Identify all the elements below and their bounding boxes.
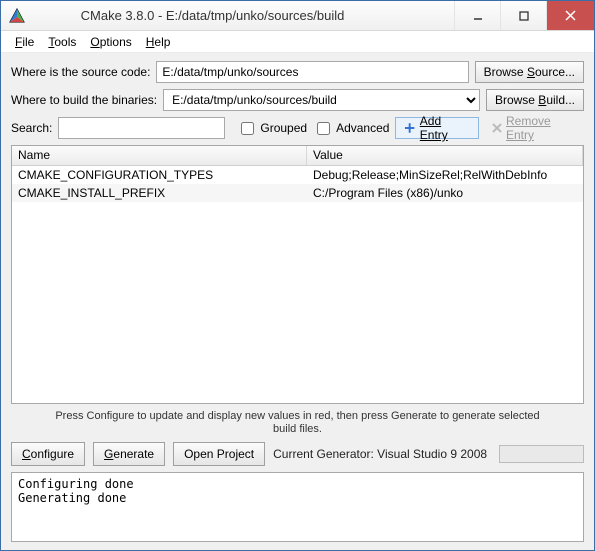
open-project-button[interactable]: Open Project xyxy=(173,442,265,466)
cell-name: CMAKE_CONFIGURATION_TYPES xyxy=(12,168,307,182)
browse-build-button[interactable]: Browse Build... xyxy=(486,89,584,111)
menu-bar: File Tools Options Help xyxy=(1,31,594,53)
generate-button[interactable]: Generate xyxy=(93,442,165,466)
table-row[interactable]: CMAKE_CONFIGURATION_TYPES Debug;Release;… xyxy=(12,166,583,184)
search-input[interactable] xyxy=(58,117,225,139)
build-label: Where to build the binaries: xyxy=(11,93,157,107)
col-name[interactable]: Name xyxy=(12,146,307,165)
cell-value: C:/Program Files (x86)/unko xyxy=(307,186,583,200)
cache-grid[interactable]: Name Value CMAKE_CONFIGURATION_TYPES Deb… xyxy=(11,145,584,404)
remove-icon xyxy=(491,122,502,134)
grid-header: Name Value xyxy=(12,146,583,166)
grouped-checkbox[interactable]: Grouped xyxy=(237,119,307,138)
menu-options[interactable]: Options xyxy=(84,33,137,51)
source-input[interactable] xyxy=(156,61,468,83)
progress-bar xyxy=(499,445,584,463)
remove-entry-button: Remove Entry xyxy=(485,117,584,139)
menu-help[interactable]: Help xyxy=(140,33,177,51)
minimize-button[interactable] xyxy=(454,1,500,30)
source-label: Where is the source code: xyxy=(11,65,150,79)
configure-button[interactable]: Configure xyxy=(11,442,85,466)
window-controls xyxy=(454,1,594,30)
grid-body: CMAKE_CONFIGURATION_TYPES Debug;Release;… xyxy=(12,166,583,202)
col-value[interactable]: Value xyxy=(307,146,583,165)
output-log[interactable]: Configuring done Generating done xyxy=(11,472,584,542)
generator-label: Current Generator: Visual Studio 9 2008 xyxy=(273,447,487,461)
add-entry-button[interactable]: Add Entry xyxy=(395,117,478,139)
menu-tools[interactable]: Tools xyxy=(42,33,82,51)
main-window: CMake 3.8.0 - E:/data/tmp/unko/sources/b… xyxy=(0,0,595,551)
window-title: CMake 3.8.0 - E:/data/tmp/unko/sources/b… xyxy=(0,8,454,23)
close-button[interactable] xyxy=(546,1,594,30)
advanced-checkbox[interactable]: Advanced xyxy=(313,119,389,138)
cell-value: Debug;Release;MinSizeRel;RelWithDebInfo xyxy=(307,168,583,182)
menu-file[interactable]: File xyxy=(9,33,40,51)
hint-text: Press Configure to update and display ne… xyxy=(11,410,584,436)
maximize-button[interactable] xyxy=(500,1,546,30)
plus-icon xyxy=(404,122,415,134)
browse-source-button[interactable]: Browse Source... xyxy=(475,61,584,83)
title-bar: CMake 3.8.0 - E:/data/tmp/unko/sources/b… xyxy=(1,1,594,31)
search-label: Search: xyxy=(11,121,52,135)
client-area: Where is the source code: Browse Source.… xyxy=(1,53,594,550)
table-row[interactable]: CMAKE_INSTALL_PREFIX C:/Program Files (x… xyxy=(12,184,583,202)
cell-name: CMAKE_INSTALL_PREFIX xyxy=(12,186,307,200)
build-combo[interactable]: E:/data/tmp/unko/sources/build xyxy=(163,89,480,111)
